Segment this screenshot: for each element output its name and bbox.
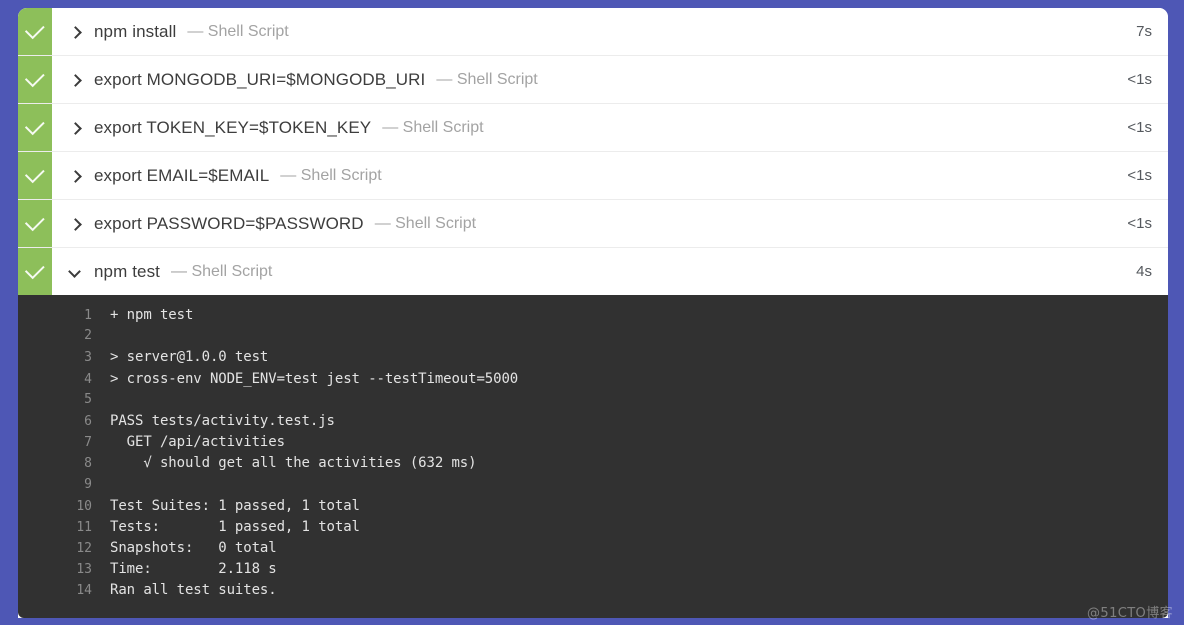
- terminal-output-panel[interactable]: 1+ npm test23> server@1.0.0 test4> cross…: [18, 295, 1168, 618]
- step-duration-label: <1s: [1127, 119, 1152, 136]
- chevron-right-icon[interactable]: [69, 217, 82, 230]
- step-command-label: export TOKEN_KEY=$TOKEN_KEY: [94, 118, 371, 138]
- terminal-line-text: √ should get all the activities (632 ms): [110, 455, 476, 471]
- chevron-right-icon[interactable]: [69, 25, 82, 38]
- step-kind-label: — Shell Script: [280, 167, 381, 185]
- step-row[interactable]: export PASSWORD=$PASSWORD — Shell Script <…: [18, 200, 1168, 248]
- watermark-label: @51CTO博客: [1087, 602, 1173, 621]
- step-row[interactable]: export EMAIL=$EMAIL — Shell Script <1s: [18, 152, 1168, 200]
- step-row-body[interactable]: export EMAIL=$EMAIL — Shell Script <1s: [52, 152, 1168, 199]
- check-icon: [24, 67, 44, 87]
- step-status-cell: [18, 8, 52, 55]
- step-kind-label: — Shell Script: [375, 215, 476, 233]
- terminal-line-text: + npm test: [110, 307, 193, 323]
- terminal-line: 14Ran all test suites.: [18, 582, 1168, 603]
- chevron-down-icon[interactable]: [69, 265, 82, 278]
- step-kind-label: — Shell Script: [187, 23, 288, 41]
- terminal-line: 9: [18, 477, 1168, 498]
- check-icon: [24, 211, 44, 231]
- terminal-line-number: 9: [18, 477, 110, 492]
- terminal-line-text: GET /api/activities: [110, 434, 285, 450]
- terminal-line-number: 8: [18, 456, 110, 471]
- step-command-label: npm test: [94, 262, 160, 282]
- terminal-line-number: 6: [18, 414, 110, 429]
- step-command-label: export PASSWORD=$PASSWORD: [94, 214, 364, 234]
- step-command-label: export EMAIL=$EMAIL: [94, 166, 269, 186]
- terminal-line-text: Tests: 1 passed, 1 total: [110, 519, 360, 535]
- terminal-line-text: PASS tests/activity.test.js: [110, 413, 335, 429]
- terminal-line-text: > cross-env NODE_ENV=test jest --testTim…: [110, 371, 518, 387]
- step-kind-label: — Shell Script: [436, 71, 537, 89]
- step-duration-label: <1s: [1127, 71, 1152, 88]
- terminal-line-number: 10: [18, 499, 110, 514]
- check-icon: [24, 259, 44, 279]
- step-row-body[interactable]: npm test — Shell Script 4s: [52, 248, 1168, 295]
- check-icon: [24, 115, 44, 135]
- terminal-line: 1+ npm test: [18, 307, 1168, 328]
- step-row-body[interactable]: npm install — Shell Script 7s: [52, 8, 1168, 55]
- terminal-line-number: 12: [18, 541, 110, 556]
- step-row[interactable]: npm test — Shell Script 4s: [18, 248, 1168, 295]
- chevron-right-icon[interactable]: [69, 121, 82, 134]
- terminal-line-text: Snapshots: 0 total: [110, 540, 277, 556]
- terminal-line-number: 1: [18, 308, 110, 323]
- step-row[interactable]: npm install — Shell Script 7s: [18, 8, 1168, 56]
- ci-log-viewer: npm install — Shell Script 7s export MONGOD…: [0, 0, 1184, 625]
- step-duration-label: <1s: [1127, 167, 1152, 184]
- terminal-line: 6PASS tests/activity.test.js: [18, 413, 1168, 434]
- step-duration-label: <1s: [1127, 215, 1152, 232]
- step-row-body[interactable]: export PASSWORD=$PASSWORD — Shell Script <…: [52, 200, 1168, 247]
- terminal-line-text: Time: 2.118 s: [110, 561, 277, 577]
- step-duration-label: 4s: [1136, 263, 1152, 280]
- step-duration-label: 7s: [1136, 23, 1152, 40]
- step-status-cell: [18, 104, 52, 151]
- step-status-cell: [18, 248, 52, 295]
- terminal-line-number: 13: [18, 562, 110, 577]
- check-icon: [24, 163, 44, 183]
- terminal-line-number: 3: [18, 350, 110, 365]
- step-row-body[interactable]: export TOKEN_KEY=$TOKEN_KEY — Shell Scrip…: [52, 104, 1168, 151]
- terminal-line-text: Test Suites: 1 passed, 1 total: [110, 498, 360, 514]
- terminal-line: 4> cross-env NODE_ENV=test jest --testTi…: [18, 371, 1168, 392]
- terminal-line-number: 11: [18, 520, 110, 535]
- step-row[interactable]: export MONGODB_URI=$MONGODB_URI — Shell S…: [18, 56, 1168, 104]
- step-command-label: export MONGODB_URI=$MONGODB_URI: [94, 70, 425, 90]
- terminal-line-number: 7: [18, 435, 110, 450]
- terminal-line: 7 GET /api/activities: [18, 434, 1168, 455]
- terminal-line-number: 2: [18, 328, 110, 343]
- terminal-line-text: > server@1.0.0 test: [110, 349, 268, 365]
- step-command-label: npm install: [94, 22, 176, 42]
- step-row[interactable]: export TOKEN_KEY=$TOKEN_KEY — Shell Scrip…: [18, 104, 1168, 152]
- chevron-right-icon[interactable]: [69, 169, 82, 182]
- step-status-cell: [18, 56, 52, 103]
- step-status-cell: [18, 200, 52, 247]
- chevron-right-icon[interactable]: [69, 73, 82, 86]
- terminal-line: 3> server@1.0.0 test: [18, 349, 1168, 370]
- terminal-line: 5: [18, 392, 1168, 413]
- pipeline-steps-card: npm install — Shell Script 7s export MONGOD…: [18, 8, 1168, 618]
- check-icon: [24, 19, 44, 39]
- terminal-line: 11Tests: 1 passed, 1 total: [18, 519, 1168, 540]
- terminal-line-number: 4: [18, 372, 110, 387]
- step-kind-label: — Shell Script: [171, 263, 272, 281]
- step-kind-label: — Shell Script: [382, 119, 483, 137]
- terminal-line: 12Snapshots: 0 total: [18, 540, 1168, 561]
- step-status-cell: [18, 152, 52, 199]
- terminal-line-number: 5: [18, 392, 110, 407]
- terminal-line: 10Test Suites: 1 passed, 1 total: [18, 498, 1168, 519]
- terminal-line-text: Ran all test suites.: [110, 582, 277, 598]
- terminal-line: 2: [18, 328, 1168, 349]
- terminal-line-number: 14: [18, 583, 110, 598]
- terminal-line: 13Time: 2.118 s: [18, 561, 1168, 582]
- step-row-body[interactable]: export MONGODB_URI=$MONGODB_URI — Shell S…: [52, 56, 1168, 103]
- pipeline-steps-list: npm install — Shell Script 7s export MONGOD…: [18, 8, 1168, 295]
- terminal-line: 8 √ should get all the activities (632 m…: [18, 455, 1168, 476]
